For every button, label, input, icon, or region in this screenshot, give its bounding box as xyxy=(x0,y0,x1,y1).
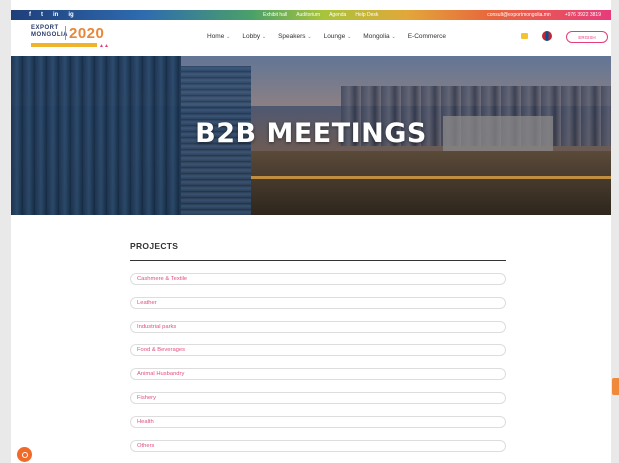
top-link-agenda[interactable]: Agenda xyxy=(329,12,346,18)
language-flag-icon[interactable] xyxy=(542,31,552,41)
twitter-icon[interactable]: t xyxy=(41,12,43,18)
side-feedback-tab[interactable] xyxy=(612,378,619,395)
nav-item-ecommerce[interactable]: E-Commerce xyxy=(408,33,446,40)
linkedin-icon[interactable]: in xyxy=(53,12,58,18)
nav-item-speakers[interactable]: Speakers ⌄ xyxy=(278,33,311,40)
register-button[interactable]: ERGISH xyxy=(566,31,608,43)
nav-item-lobby[interactable]: Lobby ⌄ xyxy=(242,33,266,40)
nav-item-lounge[interactable]: Lounge ⌄ xyxy=(324,33,352,40)
chat-bubble-icon xyxy=(21,451,28,458)
site-header: EXPORT MONGOLIA 2020 ▲▲ Home ⌄ Lobby ⌄ S… xyxy=(11,20,611,56)
chevron-down-icon: ⌄ xyxy=(391,34,396,40)
header-icons xyxy=(521,31,552,41)
project-item-others[interactable]: Others xyxy=(130,439,506,452)
live-chat-button[interactable] xyxy=(17,447,32,462)
left-margin xyxy=(0,0,11,463)
project-item-animal-husbandry[interactable]: Animal Husbandry xyxy=(130,368,506,381)
logo-divider xyxy=(65,26,66,40)
hero-lights xyxy=(251,176,611,179)
projects-list: Cashmere & Textile Leather Industrial pa… xyxy=(130,273,506,463)
project-item-food-beverages[interactable]: Food & Beverages xyxy=(130,344,506,357)
project-item-health[interactable]: Health xyxy=(130,415,506,428)
top-bar: f t in ig Exhibit hall Auditorium Agenda… xyxy=(11,10,611,20)
chevron-down-icon: ⌄ xyxy=(261,34,267,40)
logo-ribbon-dots-icon: ▲▲ xyxy=(99,43,109,49)
project-item-fishery[interactable]: Fishery xyxy=(130,391,506,404)
chat-icon[interactable] xyxy=(521,33,528,39)
hero-square xyxy=(251,151,611,215)
site-logo[interactable]: EXPORT MONGOLIA 2020 ▲▲ xyxy=(31,25,123,53)
chevron-down-icon: ⌄ xyxy=(226,34,231,40)
social-links: f t in ig xyxy=(11,12,74,18)
contact-phone[interactable]: +976 3922 3819 xyxy=(565,12,601,18)
hero-title: B2B MEETINGS xyxy=(195,118,427,149)
nav-item-mongolia[interactable]: Mongolia ⌄ xyxy=(363,33,395,40)
main-nav: Home ⌄ Lobby ⌄ Speakers ⌄ Lounge ⌄ Mongo… xyxy=(207,33,458,40)
projects-title: PROJECTS xyxy=(130,241,179,251)
chevron-down-icon: ⌄ xyxy=(307,34,312,40)
project-item-leather[interactable]: Leather xyxy=(130,296,506,309)
hero-banner: B2B MEETINGS xyxy=(11,56,611,215)
top-link-auditorium[interactable]: Auditorium xyxy=(296,12,320,18)
top-link-help-desk[interactable]: Help Desk xyxy=(355,12,378,18)
projects-divider xyxy=(130,260,506,261)
project-item-industrial-parks[interactable]: Industrial parks xyxy=(130,320,506,333)
chevron-down-icon: ⌄ xyxy=(347,34,352,40)
instagram-icon[interactable]: ig xyxy=(68,12,73,18)
nav-item-home[interactable]: Home ⌄ xyxy=(207,33,230,40)
logo-ribbon xyxy=(31,43,97,47)
top-link-exhibit-hall[interactable]: Exhibit hall xyxy=(263,12,287,18)
logo-year: 2020 xyxy=(69,25,105,42)
top-contact: consult@exportmongolia.mn +976 3922 3819 xyxy=(487,12,601,18)
top-links: Exhibit hall Auditorium Agenda Help Desk xyxy=(263,12,378,18)
project-item-cashmere-textile[interactable]: Cashmere & Textile xyxy=(130,273,506,285)
contact-email[interactable]: consult@exportmongolia.mn xyxy=(487,12,550,18)
facebook-icon[interactable]: f xyxy=(29,12,31,18)
